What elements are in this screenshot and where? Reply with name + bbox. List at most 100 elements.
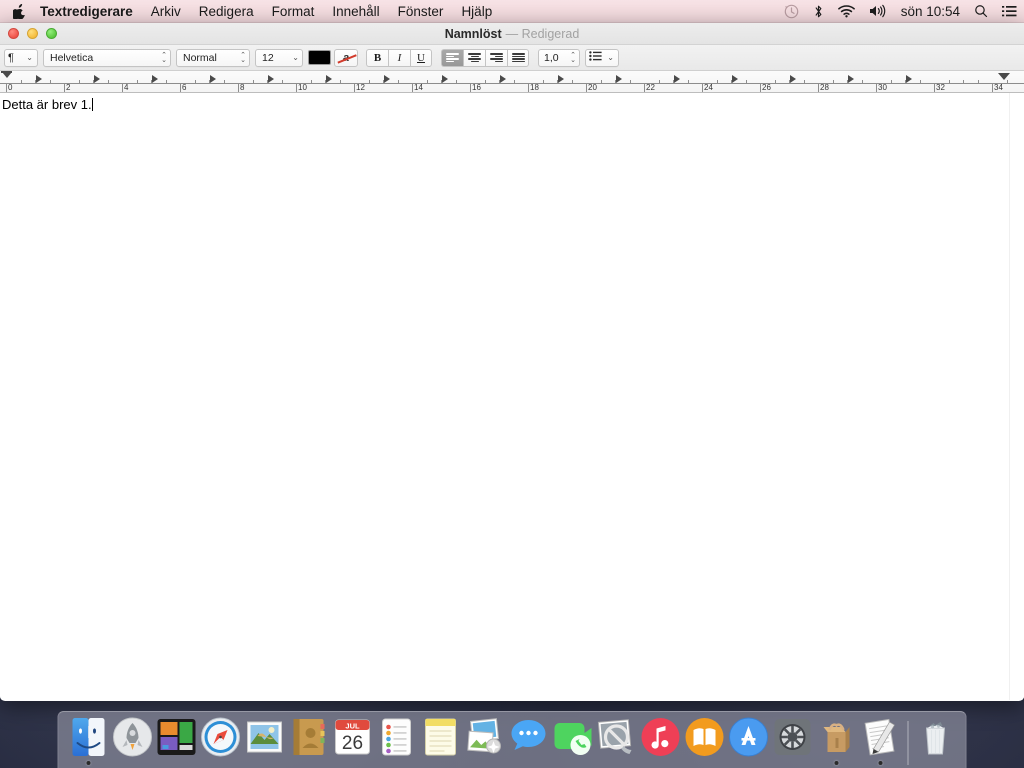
ruler-tab-stop[interactable]: [94, 75, 100, 83]
stepper-icon[interactable]: ⌃ ⌄: [161, 52, 168, 64]
font-size-combo[interactable]: 12 ⌄: [255, 48, 303, 67]
notification-center-icon[interactable]: [995, 0, 1024, 22]
menu-bar-left: Textredigerare Arkiv Redigera Format Inn…: [0, 0, 501, 22]
ruler-tick-label: 18: [530, 83, 539, 92]
ruler-tab-stop[interactable]: [674, 75, 680, 83]
ruler-tab-stop[interactable]: [906, 75, 912, 83]
wifi-icon[interactable]: [831, 0, 862, 22]
paragraph-style-popup[interactable]: ¶ ⌄: [4, 48, 38, 67]
bold-label: B: [373, 51, 382, 64]
font-style-combo[interactable]: Normal ⌃ ⌄: [176, 48, 250, 67]
ruler-tick-major: [6, 83, 7, 92]
menu-item-hjalp[interactable]: Hjälp: [452, 0, 501, 22]
document-page[interactable]: Detta är brev 1.: [0, 93, 1009, 700]
align-left-button[interactable]: [441, 48, 463, 67]
text-color-swatch[interactable]: [308, 50, 331, 65]
ruler-tick-major: [992, 83, 993, 92]
dock-item-notes[interactable]: [419, 714, 463, 768]
dock-item-system-preferences[interactable]: [771, 714, 815, 768]
ruler-tab-stop[interactable]: [558, 75, 564, 83]
dock-item-safari[interactable]: [199, 714, 243, 768]
dock-item-itunes[interactable]: [639, 714, 683, 768]
ruler-tab-stop[interactable]: [36, 75, 42, 83]
ruler-tick-label: 12: [356, 83, 365, 92]
italic-button[interactable]: I: [388, 48, 410, 67]
font-family-combo[interactable]: Helvetica ⌃ ⌄: [43, 48, 171, 67]
volume-icon[interactable]: [862, 0, 894, 22]
right-indent-marker[interactable]: [998, 73, 1010, 80]
dock: JUL 26: [57, 711, 967, 768]
dock-item-facetime[interactable]: [551, 714, 595, 768]
stepper-icon[interactable]: ⌃ ⌄: [570, 52, 577, 64]
ruler-tick-label: 22: [646, 83, 655, 92]
ruler-tab-stop[interactable]: [616, 75, 622, 83]
ruler-tick-major: [586, 83, 587, 92]
strikethrough-a-icon[interactable]: a: [334, 48, 358, 67]
reminders-icon: [376, 716, 418, 758]
dock-item-messages[interactable]: [507, 714, 551, 768]
align-right-button[interactable]: [485, 48, 507, 67]
safari-icon: [200, 716, 242, 758]
dock-item-launchpad[interactable]: [111, 714, 155, 768]
ruler[interactable]: 0 2 4 6 8 10 12 14 16 18 20 22 24 26 28 30 32 34: [0, 71, 1024, 93]
dock-item-mail[interactable]: [243, 714, 287, 768]
dock-item-archive-utility[interactable]: [815, 714, 859, 768]
ruler-tab-stop[interactable]: [848, 75, 854, 83]
dock-item-photo-booth[interactable]: [595, 714, 639, 768]
line-spacing-combo[interactable]: 1,0 ⌃ ⌄: [538, 48, 580, 67]
dock-item-app-store[interactable]: [727, 714, 771, 768]
ruler-tab-stop[interactable]: [384, 75, 390, 83]
bold-button[interactable]: B: [366, 48, 388, 67]
ruler-tab-stop[interactable]: [268, 75, 274, 83]
document-area[interactable]: Detta är brev 1.: [0, 93, 1024, 700]
ruler-tab-stop[interactable]: [152, 75, 158, 83]
menu-item-arkiv[interactable]: Arkiv: [142, 0, 190, 22]
ruler-tick-minor: [136, 80, 138, 83]
ruler-tab-stop[interactable]: [442, 75, 448, 83]
time-machine-icon[interactable]: [777, 0, 806, 22]
stepper-icon[interactable]: ⌃ ⌄: [240, 52, 247, 64]
dock-item-mission-control[interactable]: [155, 714, 199, 768]
menu-item-redigera[interactable]: Redigera: [190, 0, 263, 22]
dock-item-reminders[interactable]: [375, 714, 419, 768]
ruler-tick-minor: [281, 80, 283, 83]
list-style-popup[interactable]: ⌄: [585, 48, 619, 67]
ruler-tab-stop[interactable]: [500, 75, 506, 83]
window-title-bar[interactable]: Namnlöst — Redigerad: [0, 23, 1024, 45]
bluetooth-icon[interactable]: [806, 0, 831, 22]
system-preferences-icon: [772, 716, 814, 758]
dock-item-trash[interactable]: [914, 714, 958, 768]
minimize-button[interactable]: [27, 28, 38, 39]
ruler-tab-stop[interactable]: [732, 75, 738, 83]
left-indent-marker[interactable]: [2, 72, 12, 78]
menu-item-innehall[interactable]: Innehåll: [323, 0, 388, 22]
spotlight-search-icon[interactable]: [967, 0, 995, 22]
align-center-button[interactable]: [463, 48, 485, 67]
zoom-button[interactable]: [46, 28, 57, 39]
ruler-tab-stop[interactable]: [790, 75, 796, 83]
apple-menu-icon[interactable]: [0, 0, 37, 22]
menu-bar-clock[interactable]: sön 10:54: [894, 0, 967, 22]
dock-item-photos[interactable]: [463, 714, 507, 768]
underline-button[interactable]: U: [410, 48, 432, 67]
dock-item-ibooks[interactable]: [683, 714, 727, 768]
font-family-value: Helvetica: [50, 51, 94, 64]
menu-item-format[interactable]: Format: [263, 0, 324, 22]
dock-item-textedit[interactable]: [859, 714, 903, 768]
ruler-tab-stop[interactable]: [210, 75, 216, 83]
menu-item-app-name[interactable]: Textredigerare: [37, 0, 142, 22]
dock-item-calendar[interactable]: JUL 26: [331, 714, 375, 768]
align-justify-button[interactable]: [507, 48, 529, 67]
menu-item-fonster[interactable]: Fönster: [389, 0, 453, 22]
ruler-tick-label: 2: [66, 83, 71, 92]
ruler-tick-minor: [629, 80, 631, 83]
ruler-tab-stop[interactable]: [326, 75, 332, 83]
close-button[interactable]: [8, 28, 19, 39]
ruler-tick-minor: [963, 80, 964, 83]
dock-item-finder[interactable]: [67, 714, 111, 768]
vertical-scrollbar[interactable]: [1009, 93, 1024, 700]
ruler-baseline: [0, 83, 1024, 84]
dock-item-contacts[interactable]: [287, 714, 331, 768]
itunes-icon: [640, 716, 682, 758]
ruler-tick-label: 8: [240, 83, 245, 92]
